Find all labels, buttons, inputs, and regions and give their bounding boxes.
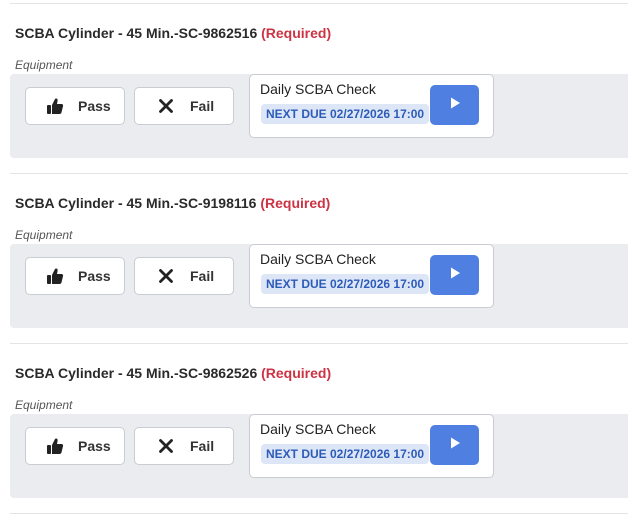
fail-label: Fail xyxy=(190,98,215,114)
equipment-item: SCBA Cylinder - 45 Min.-SC-9198116 (Requ… xyxy=(0,174,628,344)
item-category: Equipment xyxy=(15,228,73,242)
pass-label: Pass xyxy=(78,438,111,454)
play-icon xyxy=(448,436,462,455)
fail-button[interactable]: Fail xyxy=(134,257,234,295)
item-name: SCBA Cylinder - 45 Min.-SC-9862526 xyxy=(15,365,258,381)
fail-button[interactable]: Fail xyxy=(134,427,234,465)
item-category: Equipment xyxy=(15,58,73,72)
start-check-button[interactable] xyxy=(430,425,479,465)
start-check-button[interactable] xyxy=(430,85,479,125)
pass-label: Pass xyxy=(78,268,111,284)
next-due-badge: NEXT DUE 02/27/2026 17:00 xyxy=(261,104,430,124)
pass-label: Pass xyxy=(78,98,111,114)
required-label: (Required) xyxy=(261,25,332,41)
next-due-badge: NEXT DUE 02/27/2026 17:00 xyxy=(261,444,430,464)
start-check-button[interactable] xyxy=(430,255,479,295)
pass-button[interactable]: Pass xyxy=(25,427,125,465)
thumbs-up-icon xyxy=(45,436,65,456)
equipment-item: SCBA Cylinder - 45 Min.-SC-9862526 (Requ… xyxy=(0,344,628,514)
check-name: Daily SCBA Check xyxy=(260,251,376,267)
check-card: Daily SCBA Check NEXT DUE 02/27/2026 17:… xyxy=(249,414,494,478)
x-icon xyxy=(156,436,176,456)
check-card: Daily SCBA Check NEXT DUE 02/27/2026 17:… xyxy=(249,244,494,308)
thumbs-up-icon xyxy=(45,96,65,116)
inspection-panel: Pass Fail Daily SCBA Check NEXT DUE 02/2… xyxy=(10,74,628,158)
pass-button[interactable]: Pass xyxy=(25,257,125,295)
inspection-panel: Pass Fail Daily SCBA Check NEXT DUE 02/2… xyxy=(10,244,628,328)
pass-button[interactable]: Pass xyxy=(25,87,125,125)
check-name: Daily SCBA Check xyxy=(260,421,376,437)
inspection-panel: Pass Fail Daily SCBA Check NEXT DUE 02/2… xyxy=(10,414,628,498)
required-label: (Required) xyxy=(260,195,331,211)
check-card: Daily SCBA Check NEXT DUE 02/27/2026 17:… xyxy=(249,74,494,138)
fail-button[interactable]: Fail xyxy=(134,87,234,125)
play-icon xyxy=(448,96,462,115)
divider xyxy=(10,513,628,514)
item-category: Equipment xyxy=(15,398,73,412)
thumbs-up-icon xyxy=(45,266,65,286)
equipment-item: SCBA Cylinder - 45 Min.-SC-9862516 (Requ… xyxy=(0,4,628,174)
fail-label: Fail xyxy=(190,268,215,284)
required-label: (Required) xyxy=(261,365,332,381)
check-name: Daily SCBA Check xyxy=(260,81,376,97)
item-title: SCBA Cylinder - 45 Min.-SC-9862516 (Requ… xyxy=(15,25,331,41)
fail-label: Fail xyxy=(190,438,215,454)
x-icon xyxy=(156,266,176,286)
item-title: SCBA Cylinder - 45 Min.-SC-9862526 (Requ… xyxy=(15,365,331,381)
item-name: SCBA Cylinder - 45 Min.-SC-9862516 xyxy=(15,25,258,41)
play-icon xyxy=(448,266,462,285)
item-name: SCBA Cylinder - 45 Min.-SC-9198116 xyxy=(15,195,257,211)
next-due-badge: NEXT DUE 02/27/2026 17:00 xyxy=(261,274,430,294)
item-title: SCBA Cylinder - 45 Min.-SC-9198116 (Requ… xyxy=(15,195,330,211)
x-icon xyxy=(156,96,176,116)
